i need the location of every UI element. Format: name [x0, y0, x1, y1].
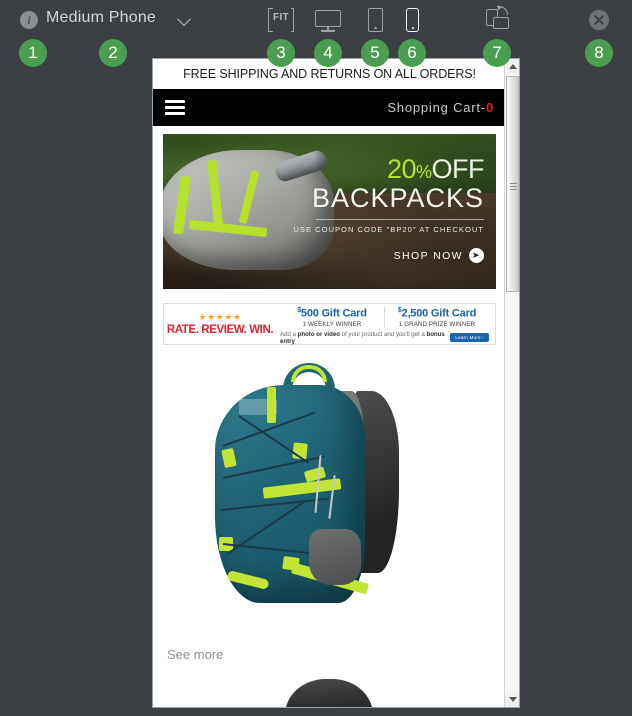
promo-details: $500 Gift Card 1 WEEKLY WINNER $2,500 Gi… [276, 304, 495, 345]
rate-review-win-promo[interactable]: ★★★★★ RATE. REVIEW. WIN. $500 Gift Card … [163, 303, 496, 345]
rendered-page: FREE SHIPPING AND RETURNS ON ALL ORDERS!… [153, 59, 506, 707]
phone-preview-button[interactable] [395, 4, 429, 36]
rotate-orientation-button[interactable] [480, 3, 514, 36]
hero-percent-sign: % [415, 162, 432, 182]
tablet-icon [358, 4, 392, 36]
annotation-badge-8: 8 [585, 39, 613, 67]
device-selector-label[interactable]: Medium Phone [46, 9, 156, 27]
fit-label: FIT [273, 12, 289, 23]
hero-text-block: 20%OFF BACKPACKS USE COUPON CODE "BP20" … [293, 154, 485, 264]
product-image-area[interactable]: See more [153, 349, 506, 707]
shop-now-button[interactable]: SHOP NOW ➤ [293, 248, 484, 264]
learn-more-button[interactable]: Learn More › [450, 333, 489, 343]
scrollbar-grip [510, 181, 517, 192]
gift-card-item: $500 Gift Card 1 WEEKLY WINNER [280, 307, 384, 328]
gift-card-list: $500 Gift Card 1 WEEKLY WINNER $2,500 Gi… [280, 307, 489, 328]
annotation-badge-6: 6 [398, 39, 426, 67]
info-icon[interactable]: i [20, 11, 38, 29]
device-viewport: FREE SHIPPING AND RETURNS ON ALL ORDERS!… [152, 58, 520, 708]
preview-toolbar: i Medium Phone FIT [0, 0, 632, 40]
arrow-right-icon: ➤ [469, 248, 484, 264]
see-more-link[interactable]: See more [167, 647, 223, 662]
hero-headline: BACKPACKS [311, 183, 484, 213]
tablet-preview-button[interactable] [358, 4, 392, 36]
rotate-device-icon [480, 3, 514, 36]
annotation-badge-5: 5 [361, 39, 389, 67]
star-rating-icon: ★★★★★ [198, 311, 242, 322]
gift-card-amount: $2,500 Gift Card [397, 307, 477, 320]
device-preview-screen: i Medium Phone FIT FREE SHIPPING AND RET… [0, 0, 632, 716]
annotation-badge-2: 2 [99, 39, 127, 67]
gift-card-sub: 1 WEEKLY WINNER [302, 320, 362, 328]
hero-discount-number: 20 [386, 154, 417, 184]
viewport-scrollbar[interactable] [504, 59, 519, 707]
annotation-badge-7: 7 [483, 39, 511, 67]
annotation-badge-1: 1 [19, 39, 47, 67]
cart-label: Shopping Cart- [387, 100, 486, 115]
annotation-badge-4: 4 [314, 39, 342, 67]
hamburger-menu-icon[interactable] [165, 97, 185, 118]
hero-divider [316, 219, 484, 221]
annotation-badge-3: 3 [267, 39, 295, 67]
scale-to-fit-button[interactable]: FIT [264, 4, 298, 36]
hero-discount: 20%OFF [293, 154, 485, 184]
fit-icon: FIT [264, 4, 298, 36]
cart-count: 0 [485, 100, 494, 115]
scroll-down-arrow[interactable] [505, 692, 519, 707]
next-product-image [285, 679, 373, 707]
gift-card-sub: 1 GRAND PRIZE WINNER [398, 320, 476, 328]
promo-brand-block: ★★★★★ RATE. REVIEW. WIN. [164, 304, 276, 344]
gift-card-item: $2,500 Gift Card 1 GRAND PRIZE WINNER [384, 307, 489, 328]
phone-icon [395, 4, 429, 36]
site-navbar: Shopping Cart-0 [153, 89, 506, 126]
chevron-down-icon[interactable] [178, 13, 191, 26]
close-icon[interactable] [589, 10, 609, 30]
scrollbar-thumb[interactable] [506, 76, 519, 292]
shop-now-label: SHOP NOW [393, 249, 463, 262]
desktop-preview-button[interactable] [311, 4, 345, 36]
desktop-monitor-icon [311, 4, 345, 36]
backpack-product-image [205, 357, 405, 612]
promo-tagline: RATE. REVIEW. WIN. [166, 323, 274, 336]
shopping-cart-link[interactable]: Shopping Cart-0 [387, 100, 494, 115]
hero-coupon-text: USE COUPON CODE "BP20" AT CHECKOUT [293, 225, 484, 235]
hero-banner[interactable]: 20%OFF BACKPACKS USE COUPON CODE "BP20" … [163, 134, 496, 289]
promo-note-text: Add a photo or video of your product and… [280, 330, 445, 345]
hero-off-label: OFF [431, 154, 485, 184]
promo-note-row: Add a photo or video of your product and… [280, 331, 489, 345]
gift-card-amount: $500 Gift Card [297, 307, 367, 320]
